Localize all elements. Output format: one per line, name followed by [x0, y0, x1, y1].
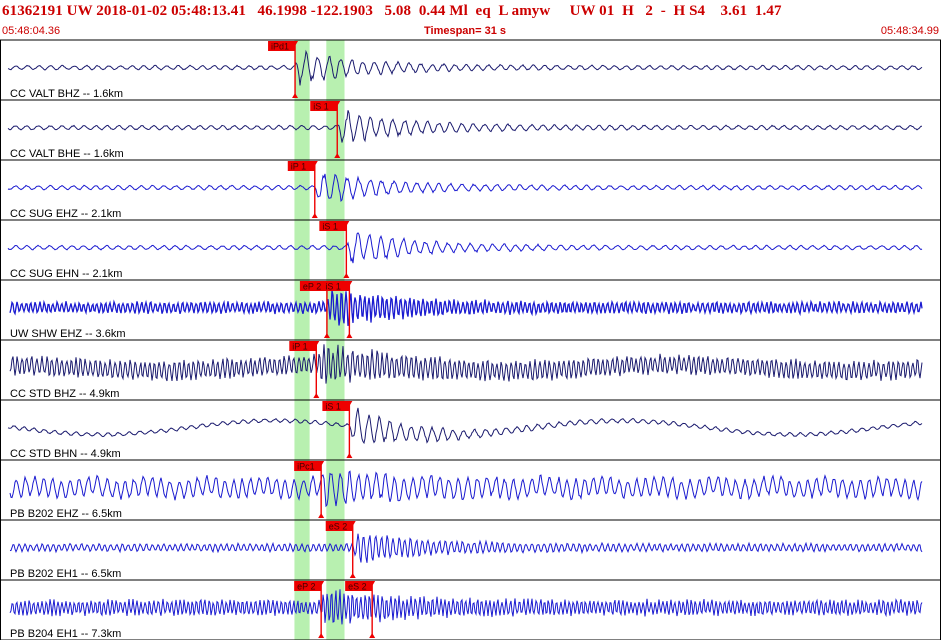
waveform-trace	[7, 49, 923, 86]
channel-label: CC STD BHN -- 4.9km	[10, 448, 121, 460]
pick-marker	[346, 333, 353, 338]
waveform-trace	[7, 232, 923, 264]
pick-marker	[369, 633, 376, 638]
pick-label: iP 1	[291, 162, 306, 172]
pick-marker	[349, 573, 356, 578]
channel-label: CC STD BHZ -- 4.9km	[10, 388, 119, 400]
pick-label: iS 1	[325, 402, 341, 412]
pick-label: iS 1	[325, 282, 341, 292]
pick-label: eS 2	[348, 582, 367, 592]
pick-label: eS 2	[329, 522, 348, 532]
channel-label: PB B202 EH1 -- 6.5km	[10, 568, 121, 580]
seismogram-panel[interactable]: CC VALT BHZ -- 1.6km iPd1 CC VALT BHE -- 1…	[0, 0, 941, 640]
phase-pick[interactable]: iPd1	[268, 41, 299, 98]
waveform-trace	[7, 173, 923, 202]
channel-row[interactable]: CC VALT BHE -- 1.6km iS 1	[7, 101, 922, 160]
waveform-trace	[7, 407, 923, 445]
pick-marker	[313, 393, 320, 398]
pick-marker	[318, 633, 325, 638]
channel-label: CC SUG EHN -- 2.1km	[10, 268, 122, 280]
channel-label: CC VALT BHZ -- 1.6km	[10, 88, 123, 100]
channel-row[interactable]: CC VALT BHZ -- 1.6km iPd1	[7, 41, 923, 100]
channel-row[interactable]: CC SUG EHZ -- 2.1km iP 1	[7, 161, 923, 220]
channel-row[interactable]: CC STD BHZ -- 4.9km iP 1	[9, 341, 923, 400]
pick-label: eP 2	[303, 282, 321, 292]
channel-row[interactable]: CC STD BHN -- 4.9km iS 1	[7, 401, 923, 460]
pick-label: iPd1	[271, 42, 289, 52]
channel-label: CC VALT BHE -- 1.6km	[10, 148, 124, 160]
waveform-trace	[9, 344, 923, 384]
channel-label: CC SUG EHZ -- 2.1km	[10, 208, 121, 220]
channel-label: PB B202 EHZ -- 6.5km	[10, 508, 122, 520]
waveform-trace	[7, 110, 922, 143]
pick-marker	[346, 453, 353, 458]
channel-row[interactable]: UW SHW EHZ -- 3.6km eP 2 iS 1	[9, 281, 923, 340]
channel-row[interactable]: PB B202 EH1 -- 6.5km eS 2	[9, 521, 923, 580]
pick-marker	[311, 213, 318, 218]
pick-label: iP 1	[292, 342, 307, 352]
pick-label: iPc1	[297, 462, 315, 472]
pick-label: eP 2	[297, 582, 315, 592]
pick-marker	[318, 513, 325, 518]
channel-row[interactable]: PB B202 EHZ -- 6.5km iPc1	[9, 461, 923, 520]
channel-label: PB B204 EH1 -- 7.3km	[10, 628, 121, 640]
waveform-trace	[9, 533, 923, 563]
pick-label: iS 1	[313, 102, 329, 112]
waveform-trace	[9, 589, 923, 625]
channel-row[interactable]: CC SUG EHN -- 2.1km iS 1	[7, 221, 923, 280]
channel-row[interactable]: PB B204 EH1 -- 7.3km eP 2 eS 2	[9, 581, 923, 640]
channel-label: UW SHW EHZ -- 3.6km	[10, 328, 126, 340]
waveform-trace	[9, 470, 923, 508]
pick-label: iS 1	[322, 222, 338, 232]
waveform-trace	[9, 290, 923, 327]
